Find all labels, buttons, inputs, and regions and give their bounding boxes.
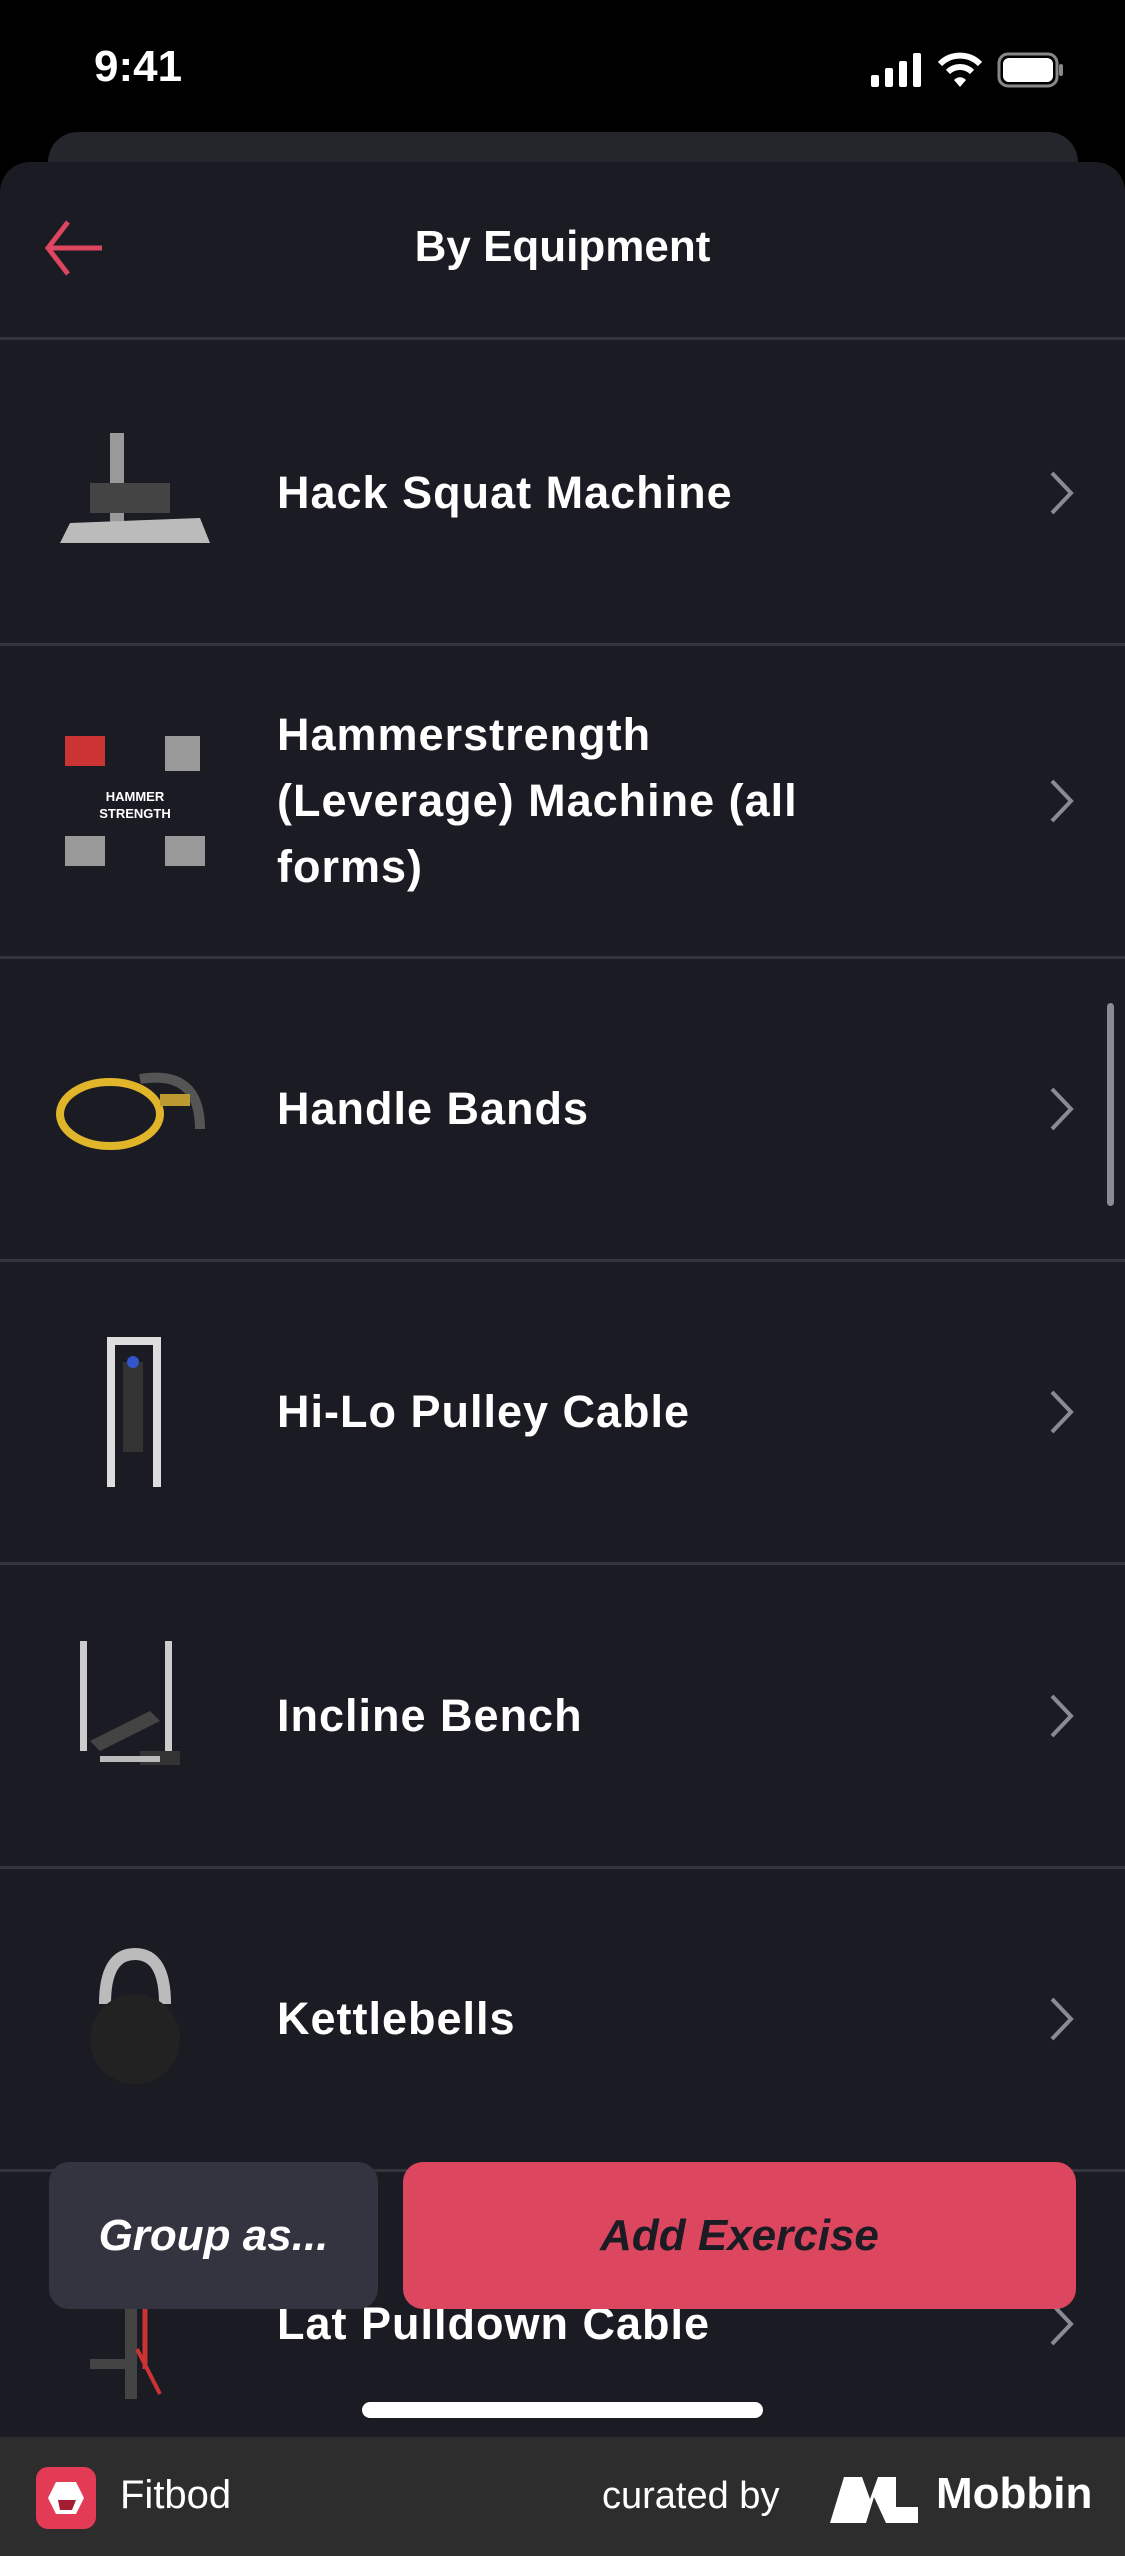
- hammerstrength-image: HAMMER STRENGTH: [49, 726, 221, 876]
- list-item[interactable]: HAMMER STRENGTH Hammerstrength (Leverage)…: [0, 646, 1125, 959]
- group-as-button[interactable]: Group as...: [49, 2162, 378, 2309]
- svg-text:HAMMER: HAMMER: [106, 789, 165, 804]
- signal-icon: [871, 53, 921, 87]
- item-label: Handle Bands: [277, 1083, 590, 1134]
- brand-name: Mobbin: [936, 2469, 1093, 2518]
- equipment-sheet: By Equipment Hack Squat Machine HAMMER ST…: [0, 162, 1125, 2442]
- status-bar: 9:41: [0, 0, 1125, 130]
- item-label: Hack Squat Machine: [277, 467, 733, 518]
- svg-text:STRENGTH: STRENGTH: [99, 806, 171, 821]
- status-time: 9:41: [94, 42, 183, 91]
- chevron-right-icon: [1050, 1087, 1074, 1131]
- item-label: Incline Bench: [277, 1689, 583, 1741]
- status-icons: [871, 52, 1065, 88]
- list-item[interactable]: Hi-Lo Pulley Cable: [0, 1262, 1125, 1565]
- home-indicator: [362, 2402, 763, 2418]
- curated-by-text: curated by: [602, 2475, 780, 2517]
- fitbod-logo-icon: [36, 2467, 96, 2529]
- mobbin-logo-icon: [830, 2477, 918, 2523]
- app-name: Fitbod: [120, 2473, 232, 2517]
- add-exercise-button[interactable]: Add Exercise: [403, 2162, 1076, 2309]
- handle-bands-image: [49, 1034, 221, 1184]
- chevron-right-icon: [1050, 1997, 1074, 2041]
- chevron-right-icon: [1050, 1390, 1074, 1434]
- chevron-right-icon: [1050, 779, 1074, 823]
- chevron-right-icon: [1050, 1694, 1074, 1737]
- list-item[interactable]: Handle Bands: [0, 959, 1125, 1262]
- battery-icon: [997, 52, 1063, 88]
- page-title: By Equipment: [414, 222, 711, 271]
- list-item[interactable]: Kettlebells: [0, 1869, 1125, 2172]
- item-label: Hi-Lo Pulley Cable: [277, 1386, 691, 1437]
- chevron-right-icon: [1050, 471, 1074, 515]
- kettlebell-image: [49, 1944, 221, 2094]
- footer-bar: Fitbod curated by Mobbin: [0, 2437, 1125, 2556]
- scrollbar[interactable]: [1107, 1003, 1114, 1206]
- wifi-icon: [937, 52, 983, 87]
- item-label: Hammerstrength (Leverage) Machine (all f…: [277, 709, 798, 892]
- hack-squat-image: [49, 418, 221, 568]
- header: By Equipment: [0, 162, 1125, 340]
- hi-lo-pulley-image: [49, 1337, 221, 1487]
- list-item[interactable]: Hack Squat Machine: [0, 343, 1125, 646]
- item-label: Kettlebells: [277, 1993, 516, 2044]
- list-item[interactable]: Incline Bench: [0, 1565, 1125, 1869]
- incline-bench-image: [49, 1640, 221, 1791]
